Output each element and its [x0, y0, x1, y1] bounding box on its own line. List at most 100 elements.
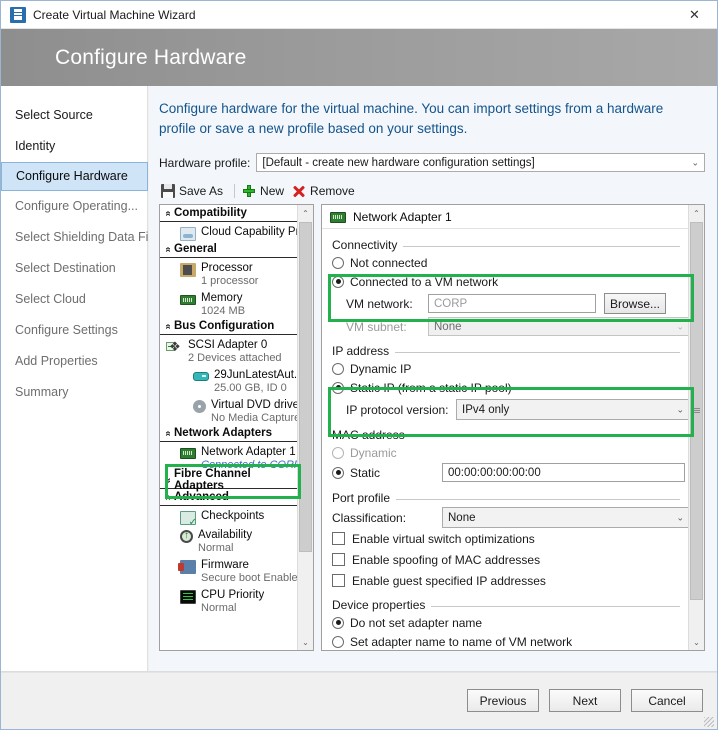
close-icon[interactable]: ✕: [672, 1, 717, 28]
not-connected-radio[interactable]: [332, 256, 344, 269]
connected-vm-network-radio-row[interactable]: Connected to a VM network: [332, 272, 690, 291]
tree-item-network-adapter-1[interactable]: Network Adapter 1 Connected to CORP: [160, 446, 299, 472]
do-not-set-adapter-name-radio[interactable]: [332, 616, 344, 629]
plus-icon: [242, 184, 256, 198]
sidebar-item-select-source[interactable]: Select Source: [1, 100, 147, 131]
tree-item-memory[interactable]: Memory 1024 MB: [160, 292, 299, 318]
classification-value: None: [448, 511, 476, 524]
tree-scrollbar[interactable]: ⌃ ⌄: [297, 205, 313, 650]
detail-header-label: Network Adapter 1: [353, 209, 452, 224]
static-ip-radio[interactable]: [332, 381, 344, 394]
do-not-set-adapter-name-row[interactable]: Do not set adapter name: [332, 613, 690, 632]
do-not-set-adapter-name-label: Do not set adapter name: [350, 615, 483, 630]
vm-network-input[interactable]: CORP: [428, 294, 596, 313]
sidebar-item-configure-operating[interactable]: Configure Operating...: [1, 191, 147, 222]
scroll-up-icon[interactable]: ⌃: [298, 205, 313, 221]
tree-group-fibre-channel-adapters[interactable]: » Fibre Channel Adapters: [160, 468, 299, 492]
sidebar-item-configure-settings[interactable]: Configure Settings: [1, 315, 147, 346]
hardware-profile-select[interactable]: [Default - create new hardware configura…: [256, 153, 705, 172]
chevron-up-icon[interactable]: «: [163, 491, 174, 503]
hardware-tree-panel[interactable]: «Compatibility Cloud Capability Pr... «Gen…: [159, 204, 314, 651]
chevron-up-icon[interactable]: «: [163, 320, 174, 332]
checkbox-enable-spoofing-of-mac-addresses[interactable]: Enable spoofing of MAC addresses: [332, 549, 690, 570]
hardware-profile-value: [Default - create new hardware configura…: [262, 156, 535, 169]
dynamic-ip-radio-row[interactable]: Dynamic IP: [332, 359, 690, 378]
tree-item-virtual-dvd-drive[interactable]: Virtual DVD drive No Media Captured: [160, 399, 299, 425]
port-profile-group-label: Port profile: [332, 491, 391, 505]
mac-dynamic-radio-row[interactable]: Dynamic: [332, 443, 690, 462]
tree-item-sublabel: Connected to CORP: [201, 459, 299, 471]
tree-item-firmware[interactable]: Firmware Secure boot Enabled: [160, 559, 299, 585]
memory-icon: [180, 295, 196, 305]
sidebar-item-select-cloud[interactable]: Select Cloud: [1, 284, 147, 315]
tree-item-label: Virtual DVD drive: [211, 399, 299, 411]
tree-item-sublabel: Secure boot Enabled: [201, 572, 299, 584]
chevron-up-icon[interactable]: «: [163, 243, 174, 255]
scroll-down-icon[interactable]: ⌄: [298, 634, 313, 650]
ip-protocol-row: IP protocol version: IPv4 only ⌄: [332, 399, 690, 420]
ip-protocol-label: IP protocol version:: [346, 402, 449, 417]
sidebar-item-summary[interactable]: Summary: [1, 377, 147, 408]
mac-static-radio[interactable]: [332, 466, 344, 479]
group-divider: [395, 351, 680, 353]
checkbox-enable-virtual-switch-optimizations[interactable]: Enable virtual switch optimizations: [332, 528, 690, 549]
tree-item-label: Firmware: [201, 559, 249, 571]
tree-item-label: Memory: [201, 292, 243, 304]
tree-item-processor[interactable]: Processor 1 processor: [160, 262, 299, 288]
connected-vm-network-radio[interactable]: [332, 275, 344, 288]
sidebar-item-select-destination[interactable]: Select Destination: [1, 253, 147, 284]
static-ip-radio-row[interactable]: Static IP (from a static IP pool): [332, 378, 690, 397]
scroll-down-icon[interactable]: ⌄: [689, 634, 704, 650]
set-adapter-name-radio[interactable]: [332, 635, 344, 648]
checkbox-enable-guest-specified-ip-addresses[interactable]: Enable guest specified IP addresses: [332, 570, 690, 591]
tree-group-network-adapters[interactable]: «Network Adapters: [160, 425, 299, 442]
browse-button[interactable]: Browse...: [604, 293, 666, 314]
detail-scrollbar[interactable]: ⌃ ⌄: [688, 205, 704, 650]
previous-button[interactable]: Previous: [467, 689, 539, 712]
tree-item-cpu-priority[interactable]: CPU Priority Normal: [160, 589, 299, 615]
mac-address-input[interactable]: 00:00:00:00:00:00: [442, 463, 685, 482]
checkbox-box[interactable]: [332, 532, 345, 545]
tree-group-general[interactable]: «General: [160, 241, 299, 258]
tree-item-scsi-adapter-0[interactable]: ❖ SCSI Adapter 02 Devices attached: [160, 339, 299, 365]
tree-scroll-thumb[interactable]: [299, 222, 312, 552]
remove-button[interactable]: Remove: [290, 181, 361, 201]
network-adapter-detail-panel: Network Adapter 1 Connectivity Not conne…: [321, 204, 705, 651]
detail-scroll-thumb[interactable]: [690, 222, 703, 600]
not-connected-radio-row[interactable]: Not connected: [332, 253, 690, 272]
group-divider: [410, 435, 680, 437]
vm-subnet-select[interactable]: None ⌄: [428, 317, 690, 336]
sidebar-item-add-properties[interactable]: Add Properties: [1, 346, 147, 377]
tree-group-compatibility[interactable]: «Compatibility: [160, 205, 299, 222]
ip-protocol-select[interactable]: IPv4 only ⌄: [456, 399, 690, 420]
checkbox-box[interactable]: [332, 574, 345, 587]
save-as-button[interactable]: Save As: [159, 181, 229, 201]
chevron-up-icon[interactable]: «: [163, 427, 174, 439]
window-title: Create Virtual Machine Wizard: [33, 7, 196, 22]
dynamic-ip-radio[interactable]: [332, 362, 344, 375]
tree-item-availability[interactable]: AvailabilityNormal: [160, 529, 299, 555]
new-button[interactable]: New: [240, 181, 290, 201]
sidebar-item-configure-hardware[interactable]: Configure Hardware: [1, 162, 148, 191]
scroll-up-icon[interactable]: ⌃: [689, 205, 704, 221]
vm-subnet-row: VM subnet: None ⌄: [332, 316, 690, 337]
tree-item-29junlatestaut[interactable]: 29JunLatestAut... 25.00 GB, ID 0: [160, 369, 299, 395]
sidebar-item-identity[interactable]: Identity: [1, 131, 147, 162]
tree-group-bus-configuration[interactable]: «Bus Configuration: [160, 318, 299, 335]
tree-item-cloud-capability-pr[interactable]: Cloud Capability Pr...: [160, 226, 299, 241]
set-adapter-name-row[interactable]: Set adapter name to name of VM network: [332, 632, 690, 650]
resize-grip[interactable]: [704, 717, 714, 727]
group-divider: [403, 245, 680, 247]
chevron-down-icon[interactable]: »: [163, 474, 174, 486]
sidebar-item-select-shielding-data-file[interactable]: Select Shielding Data File: [1, 222, 158, 253]
classification-select[interactable]: None ⌄: [442, 507, 690, 528]
tree-item-checkpoints[interactable]: Checkpoints: [160, 510, 299, 528]
connectivity-group-header: Connectivity: [332, 237, 680, 253]
mac-dynamic-radio[interactable]: [332, 446, 344, 459]
next-button[interactable]: Next: [549, 689, 621, 712]
wizard-window: Create Virtual Machine Wizard ✕ Configur…: [0, 0, 718, 730]
network-adapter-icon: [330, 212, 346, 223]
chevron-up-icon[interactable]: «: [163, 207, 174, 219]
cancel-button[interactable]: Cancel: [631, 689, 703, 712]
checkbox-box[interactable]: [332, 553, 345, 566]
